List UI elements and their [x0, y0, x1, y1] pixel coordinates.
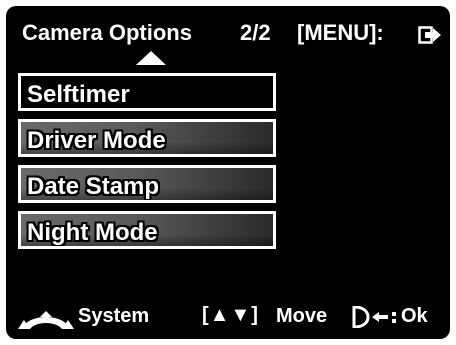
menu-list: Selftimer Driver Mode Date Stamp Night M…: [18, 73, 276, 257]
menu-item-label: Selftimer: [27, 81, 130, 108]
exit-icon[interactable]: [418, 26, 442, 44]
header-bar: Camera Options 2/2 [MENU]:: [6, 20, 450, 54]
camera-options-screen: Camera Options 2/2 [MENU]: Selftimer Dri…: [6, 6, 450, 339]
menu-item-night-mode[interactable]: Night Mode: [18, 211, 276, 249]
footer-hint-bar: System [▲▼] Move Ok: [6, 301, 450, 331]
menu-item-selftimer[interactable]: Selftimer: [18, 73, 276, 111]
menu-item-driver-mode[interactable]: Driver Mode: [18, 119, 276, 157]
menu-item-date-stamp[interactable]: Date Stamp: [18, 165, 276, 203]
menu-item-label: Night Mode: [27, 219, 158, 246]
page-title: Camera Options: [22, 20, 192, 45]
menu-item-label: Driver Mode: [27, 127, 166, 154]
menu-key-hint: [MENU]:: [297, 20, 384, 45]
up-arrow-icon: [136, 51, 166, 65]
page-indicator: 2/2: [240, 20, 271, 45]
move-hint-label: Move: [276, 305, 328, 327]
ok-hint-label: Ok: [401, 305, 428, 327]
mode-dial-icon: [18, 311, 74, 329]
system-hint-label: System: [78, 305, 150, 327]
move-arrows-icon: [▲▼]: [202, 304, 259, 326]
shutter-enter-icon: [352, 306, 396, 328]
menu-item-label: Date Stamp: [27, 173, 160, 200]
